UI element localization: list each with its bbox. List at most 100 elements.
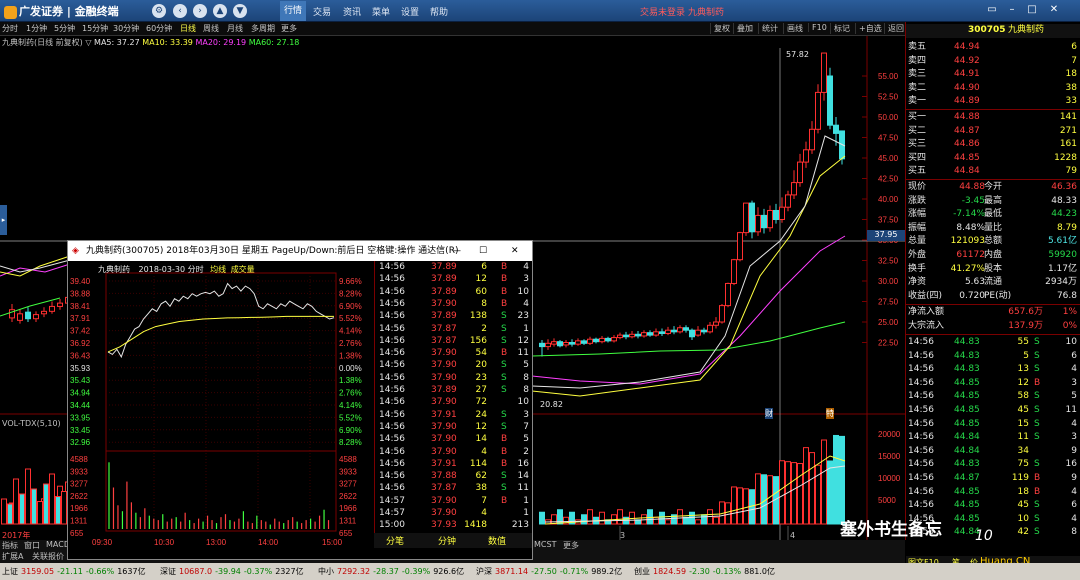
bid-row[interactable]: 买三 44.86 161	[906, 138, 1080, 152]
stat-row[interactable]: 净资 5.63 流通 2934万	[906, 276, 1080, 290]
intraday-popup[interactable]: ◈ 九典制药(300705) 2018年03月30日 星期五 PageUp/Do…	[67, 240, 533, 560]
tick-row[interactable]: 14:56 44.84 34 9	[906, 445, 1080, 459]
minimize-icon[interactable]: –	[1005, 3, 1019, 17]
popup-tick-row[interactable]: 14:56 37.90 8 B 4	[375, 298, 533, 311]
popup-tick-row[interactable]: 14:56 37.91 114 B 16	[375, 458, 533, 471]
login-status[interactable]: 交易未登录	[640, 5, 685, 18]
tab-mcst[interactable]: MCST	[534, 540, 556, 549]
period-daily[interactable]: 日线	[180, 23, 196, 34]
tab-chuangkou[interactable]: 窗口	[24, 540, 40, 551]
tick-row[interactable]: 14:56 44.85 18 B 4	[906, 486, 1080, 500]
tick-row[interactable]: 14:56 44.85 15 S 4	[906, 418, 1080, 432]
tab-fenzhong[interactable]: 分钟	[438, 534, 456, 547]
popup-tick-row[interactable]: 14:56 37.90 72 10	[375, 396, 533, 409]
bid-row[interactable]: 买四 44.85 1228	[906, 152, 1080, 166]
menu-shezhi[interactable]: 设置	[401, 5, 419, 18]
tick-row[interactable]: 14:56 44.83 5 S 6	[906, 350, 1080, 364]
tick-row[interactable]: 14:56 44.85 12 B 3	[906, 377, 1080, 391]
tick-row[interactable]: 14:56 44.87 119 B 9	[906, 472, 1080, 486]
tool-fanhui[interactable]: 返回	[884, 23, 904, 34]
popup-tick-row[interactable]: 14:56 37.89 138 S 23	[375, 310, 533, 323]
restore-icon[interactable]: ▭	[985, 3, 999, 17]
tab-kuozhan[interactable]: 扩展A	[2, 551, 23, 562]
cai-marker[interactable]: 财	[765, 408, 773, 419]
tick-row[interactable]: 14:56 44.83 13 S 4	[906, 363, 1080, 377]
popup-tick-list[interactable]: 14:56 37.89 6 B 4 14:56 37.89 12 B 3 14:56 37.89 60 B…	[374, 261, 532, 533]
menu-bangzhu[interactable]: 帮助	[430, 5, 448, 18]
tab-shuzhi[interactable]: 数值	[488, 534, 506, 547]
stat-row[interactable]: 收益(四) 0.720 PE(动) 76.8	[906, 290, 1080, 304]
menu-zixun[interactable]: 资讯	[343, 5, 361, 18]
back-icon[interactable]: ‹	[173, 4, 187, 18]
period-30min[interactable]: 30分钟	[113, 23, 139, 34]
tool-biaoji[interactable]: 标记	[830, 23, 850, 34]
period-60min[interactable]: 60分钟	[146, 23, 172, 34]
tool-f10[interactable]: F10	[808, 23, 827, 32]
tick-row[interactable]: 14:56 44.85 58 S 5	[906, 390, 1080, 404]
ask-row[interactable]: 卖二 44.90 38	[906, 82, 1080, 96]
popup-tick-row[interactable]: 14:56 37.90 20 S 5	[375, 359, 533, 372]
forward-icon[interactable]: ›	[193, 4, 207, 18]
settings-icon[interactable]: ⚙	[152, 4, 166, 18]
popup-tick-row[interactable]: 14:56 37.89 12 B 3	[375, 273, 533, 286]
tab-zhibiao[interactable]: 指标	[2, 540, 18, 551]
index-item[interactable]: 沪深 3871.14 -27.50 -0.71% 989.2亿	[476, 566, 625, 577]
index-item[interactable]: 上证 3159.05 -21.11 -0.66% 1637亿	[2, 566, 149, 577]
popup-tick-row[interactable]: 14:56 37.88 62 S 14	[375, 470, 533, 483]
period-1min[interactable]: 1分钟	[26, 23, 47, 34]
intraday-chart[interactable]: 39.40 9.66% 38.88 8.28% 38.41 6.90% 37.91 5.52%…	[68, 261, 374, 548]
bid-row[interactable]: 买五 44.84 79	[906, 165, 1080, 179]
popup-tick-row[interactable]: 14:56 37.87 156 S 12	[375, 335, 533, 348]
flow-row[interactable]: 大宗流入 137.9万 0%	[906, 320, 1080, 334]
popup-tick-row[interactable]: 14:56 37.90 14 B 5	[375, 433, 533, 446]
popup-tick-row[interactable]: 14:56 37.90 23 S 8	[375, 372, 533, 385]
period-monthly[interactable]: 月线	[227, 23, 243, 34]
tick-row[interactable]: 14:56 44.83 55 S 10	[906, 336, 1080, 350]
stat-row[interactable]: 换手 41.27% 股本 1.17亿	[906, 263, 1080, 277]
stat-row[interactable]: 外盘 61172 内盘 59920	[906, 249, 1080, 263]
popup-tick-row[interactable]: 14:56 37.90 12 S 7	[375, 421, 533, 434]
te-marker[interactable]: 特	[826, 408, 834, 419]
side-toggle-icon[interactable]: ▸	[0, 205, 7, 235]
tool-tongji[interactable]: 统计	[758, 23, 778, 34]
popup-tick-row[interactable]: 14:56 37.90 54 B 11	[375, 347, 533, 360]
stat-row[interactable]: 涨幅 -7.14% 最低 44.23	[906, 208, 1080, 222]
stat-row[interactable]: 振幅 8.48% 量比 8.79	[906, 222, 1080, 236]
bid-row[interactable]: 买一 44.88 141	[906, 111, 1080, 125]
popup-tick-row[interactable]: 14:56 37.89 60 B 10	[375, 286, 533, 299]
down-icon[interactable]: ▼	[233, 4, 247, 18]
popup-tick-row[interactable]: 14:56 37.89 6 B 4	[375, 261, 533, 274]
tick-row[interactable]: 14:56 44.83 75 S 16	[906, 458, 1080, 472]
close-icon[interactable]: ✕	[1047, 3, 1061, 17]
popup-tick-row[interactable]: 14:57 37.90 4 1	[375, 507, 533, 520]
ask-row[interactable]: 卖一 44.89 33	[906, 95, 1080, 109]
period-15min[interactable]: 15分钟	[82, 23, 108, 34]
maximize-icon[interactable]: □	[1025, 3, 1039, 17]
ask-row[interactable]: 卖四 44.92 7	[906, 55, 1080, 69]
tool-fuquan[interactable]: 复权	[710, 23, 730, 34]
index-item[interactable]: 深证 10687.0 -39.94 -0.37% 2327亿	[160, 566, 307, 577]
popup-tick-row[interactable]: 14:57 37.90 7 B 1	[375, 495, 533, 508]
flow-row[interactable]: 净流入额 657.6万 1%	[906, 306, 1080, 320]
tab-fenbi[interactable]: 分笔	[386, 534, 404, 547]
tool-zixuan[interactable]: +自选	[855, 23, 882, 34]
tool-huaxian[interactable]: 画线	[783, 23, 803, 34]
popup-tick-row[interactable]: 14:56 37.90 4 B 2	[375, 446, 533, 459]
popup-maximize-icon[interactable]: ☐	[479, 241, 487, 261]
tick-row[interactable]: 14:56 44.85 45 S 11	[906, 404, 1080, 418]
index-item[interactable]: 中小 7292.32 -28.37 -0.39% 926.6亿	[318, 566, 467, 577]
popup-tick-row[interactable]: 15:00 37.93 1418 213	[375, 519, 533, 532]
stat-row[interactable]: 总量 121093 总额 5.61亿	[906, 235, 1080, 249]
menu-caidan[interactable]: 菜单	[372, 5, 390, 18]
popup-minimize-icon[interactable]: —	[452, 241, 461, 261]
menu-hangqing[interactable]: 行情	[280, 1, 307, 21]
popup-tick-row[interactable]: 14:56 37.89 27 S 8	[375, 384, 533, 397]
bid-row[interactable]: 买二 44.87 271	[906, 125, 1080, 139]
ask-row[interactable]: 卖三 44.91 18	[906, 68, 1080, 82]
popup-tick-row[interactable]: 14:56 37.91 24 S 3	[375, 409, 533, 422]
stat-row[interactable]: 涨跌 -3.45 最高 48.33	[906, 195, 1080, 209]
tool-diejia[interactable]: 叠加	[733, 23, 753, 34]
tab-gengduo[interactable]: 更多	[563, 540, 579, 551]
index-item[interactable]: 创业 1824.59 -2.30 -0.13% 881.0亿	[634, 566, 778, 577]
ask-row[interactable]: 卖五 44.94 6	[906, 41, 1080, 55]
